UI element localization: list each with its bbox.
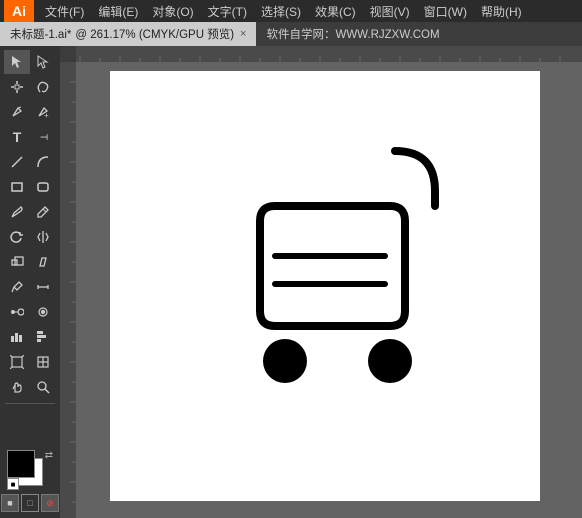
hand-tool[interactable]	[4, 375, 30, 399]
type-tool[interactable]: T	[4, 125, 30, 149]
tool-row-11	[2, 300, 58, 324]
menu-select[interactable]: 选择(S)	[254, 0, 308, 22]
tool-row-9	[2, 250, 58, 274]
bar-graph-tool[interactable]	[30, 325, 56, 349]
tab-zoom-info: @ 261.17% (CMYK/GPU 预览)	[75, 26, 234, 42]
canvas-area	[60, 46, 582, 518]
vertical-type-tool[interactable]: T	[30, 125, 56, 149]
menu-view[interactable]: 视图(V)	[363, 0, 417, 22]
pen-tool[interactable]	[4, 100, 30, 124]
tool-row-6	[2, 175, 58, 199]
tool-row-12	[2, 325, 58, 349]
menu-bar: Ai 文件(F) 编辑(E) 对象(O) 文字(T) 选择(S) 效果(C) 视…	[0, 0, 582, 22]
add-anchor-tool[interactable]: +	[30, 100, 56, 124]
artboard	[110, 71, 540, 501]
swap-colors-icon[interactable]: ⇄	[45, 450, 53, 461]
eyedropper-tool[interactable]	[4, 275, 30, 299]
color-area: ⇄ ■ ■ □ ⊘	[2, 450, 58, 518]
tool-row-14	[2, 375, 58, 399]
line-tool[interactable]	[4, 150, 30, 174]
reflect-tool[interactable]	[30, 225, 56, 249]
menu-object[interactable]: 对象(O)	[145, 0, 200, 22]
menu-effect[interactable]: 效果(C)	[308, 0, 363, 22]
stroke-mode-button[interactable]: □	[21, 494, 39, 512]
shopping-cart-artwork	[175, 121, 475, 421]
tool-row-3: +	[2, 100, 58, 124]
menu-edit[interactable]: 编辑(E)	[91, 0, 145, 22]
tool-row-1	[2, 50, 58, 74]
fill-mode-button[interactable]: ■	[1, 494, 19, 512]
color-swatches[interactable]: ⇄ ■	[7, 450, 53, 490]
tool-row-13	[2, 350, 58, 374]
menu-window[interactable]: 窗口(W)	[417, 0, 474, 22]
tab-watermark: 软件自学网：WWW.RJZXW.COM	[256, 26, 449, 42]
active-tab[interactable]: 未标题-1.ai* @ 261.17% (CMYK/GPU 预览) ×	[0, 22, 256, 46]
svg-text:+: +	[44, 111, 49, 119]
color-mode-row: ■ □ ⊘	[1, 494, 59, 512]
tool-row-10	[2, 275, 58, 299]
paintbrush-tool[interactable]	[4, 200, 30, 224]
lasso-tool[interactable]	[30, 75, 56, 99]
pencil-tool[interactable]	[30, 200, 56, 224]
menu-help[interactable]: 帮助(H)	[474, 0, 529, 22]
rotate-tool[interactable]	[4, 225, 30, 249]
tool-row-5	[2, 150, 58, 174]
tool-row-4: T T	[2, 125, 58, 149]
ruler-corner	[60, 46, 76, 62]
none-mode-button[interactable]: ⊘	[41, 494, 59, 512]
toolbar-separator-1	[5, 403, 55, 404]
tab-filename: 未标题-1.ai*	[10, 26, 71, 42]
menu-file[interactable]: 文件(F)	[38, 0, 91, 22]
blend-tool[interactable]	[4, 300, 30, 324]
horizontal-ruler	[60, 46, 582, 62]
shear-tool[interactable]	[30, 250, 56, 274]
vertical-ruler	[60, 62, 76, 518]
zoom-tool[interactable]	[30, 375, 56, 399]
magic-wand-tool[interactable]	[4, 75, 30, 99]
reset-colors-icon[interactable]: ■	[7, 478, 19, 490]
main-area: + T T	[0, 46, 582, 518]
measure-tool[interactable]	[30, 275, 56, 299]
scale-tool[interactable]	[4, 250, 30, 274]
ai-logo: Ai	[4, 0, 34, 22]
symbol-sprayer-tool[interactable]	[30, 300, 56, 324]
foreground-color-swatch[interactable]	[7, 450, 35, 478]
tool-row-7	[2, 200, 58, 224]
artboard-tool[interactable]	[4, 350, 30, 374]
tool-row-2	[2, 75, 58, 99]
toolbar: + T T	[0, 46, 60, 518]
slice-tool[interactable]	[30, 350, 56, 374]
direct-select-tool[interactable]	[30, 50, 56, 74]
rounded-rect-tool[interactable]	[30, 175, 56, 199]
menu-type[interactable]: 文字(T)	[201, 0, 254, 22]
arc-tool[interactable]	[30, 150, 56, 174]
rectangle-tool[interactable]	[4, 175, 30, 199]
tab-bar: 未标题-1.ai* @ 261.17% (CMYK/GPU 预览) × 软件自学…	[0, 22, 582, 46]
select-tool[interactable]	[4, 50, 30, 74]
tool-row-8	[2, 225, 58, 249]
column-graph-tool[interactable]	[4, 325, 30, 349]
tab-close-button[interactable]: ×	[240, 28, 246, 40]
